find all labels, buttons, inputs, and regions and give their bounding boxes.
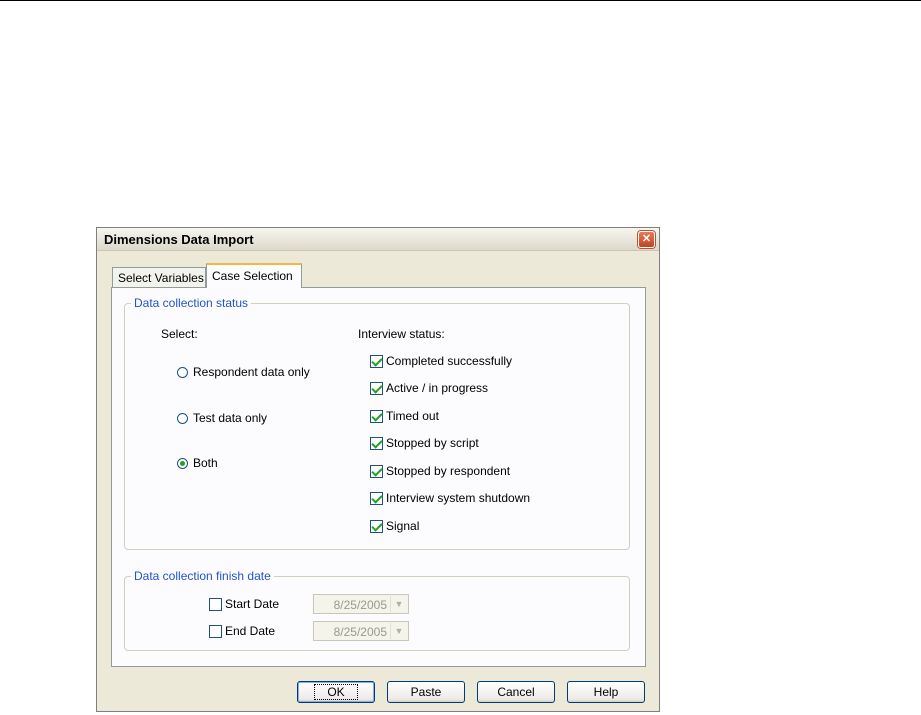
interview-status-label: Interview status:	[358, 327, 445, 341]
title-bar[interactable]: Dimensions Data Import ✕	[97, 228, 659, 251]
tab-select-variables[interactable]: Select Variables	[112, 267, 206, 287]
checkbox-label: Signal	[386, 519, 420, 533]
tab-case-selection[interactable]: Case Selection	[206, 263, 302, 288]
top-rule	[0, 0, 921, 1]
end-date-value: 8/25/2005	[333, 625, 387, 639]
checkbox[interactable]	[370, 436, 383, 450]
radio-label: Test data only	[193, 411, 268, 425]
chevron-down-icon[interactable]: ▼	[390, 596, 407, 612]
radio-button[interactable]	[177, 366, 188, 378]
start-date-value: 8/25/2005	[333, 598, 387, 612]
checkbox[interactable]	[370, 409, 383, 423]
data-collection-status-group: Data collection status Select: Interview…	[124, 296, 630, 550]
checkbox-label: Interview system shutdown	[386, 491, 531, 505]
dimensions-data-import-dialog: Dimensions Data Import ✕ Select Variable…	[96, 227, 660, 712]
checkbox-label: Active / in progress	[386, 381, 489, 395]
checkbox[interactable]	[370, 381, 383, 395]
select-label: Select:	[161, 327, 198, 341]
check-start-date[interactable]: Start Date	[209, 597, 279, 611]
ok-button-label: OK	[314, 684, 358, 700]
group-legend: Data collection status	[131, 296, 252, 310]
checkbox[interactable]	[209, 624, 222, 638]
check-signal[interactable]: Signal	[370, 519, 419, 533]
checkbox[interactable]	[370, 519, 383, 533]
ok-button[interactable]: OK	[297, 681, 375, 703]
cancel-button[interactable]: Cancel	[477, 681, 555, 703]
check-completed-successfully[interactable]: Completed successfully	[370, 354, 512, 368]
paste-button[interactable]: Paste	[387, 681, 465, 703]
help-button[interactable]: Help	[567, 681, 645, 703]
radio-respondent-data-only[interactable]: Respondent data only	[177, 365, 310, 379]
chevron-down-icon[interactable]: ▼	[390, 623, 407, 639]
dialog-title: Dimensions Data Import	[104, 232, 254, 247]
radio-button[interactable]	[177, 412, 188, 424]
group-legend: Data collection finish date	[131, 569, 274, 583]
start-date-picker[interactable]: 8/25/2005 ▼	[313, 594, 409, 614]
checkbox[interactable]	[209, 597, 222, 611]
check-end-date[interactable]: End Date	[209, 624, 275, 638]
check-timed-out[interactable]: Timed out	[370, 409, 439, 423]
checkbox-label: End Date	[225, 624, 276, 638]
radio-button[interactable]	[177, 457, 188, 469]
checkbox-label: Timed out	[386, 409, 439, 423]
checkbox-label: Stopped by script	[386, 436, 479, 450]
check-stopped-by-respondent[interactable]: Stopped by respondent	[370, 464, 510, 478]
end-date-picker[interactable]: 8/25/2005 ▼	[313, 621, 409, 641]
checkbox[interactable]	[370, 464, 383, 478]
check-stopped-by-script[interactable]: Stopped by script	[370, 436, 479, 450]
close-icon[interactable]: ✕	[638, 231, 655, 248]
checkbox-label: Stopped by respondent	[386, 464, 511, 478]
checkbox-label: Start Date	[225, 597, 280, 611]
check-interview-system-shutdown[interactable]: Interview system shutdown	[370, 491, 530, 505]
check-active-in-progress[interactable]: Active / in progress	[370, 381, 488, 395]
checkbox[interactable]	[370, 354, 383, 368]
radio-label: Both	[193, 456, 218, 470]
radio-label: Respondent data only	[193, 365, 310, 379]
checkbox[interactable]	[370, 491, 383, 505]
radio-both[interactable]: Both	[177, 456, 218, 470]
data-collection-finish-date-group: Data collection finish date Start Date 8…	[124, 569, 630, 651]
checkbox-label: Completed successfully	[386, 354, 513, 368]
radio-test-data-only[interactable]: Test data only	[177, 411, 267, 425]
